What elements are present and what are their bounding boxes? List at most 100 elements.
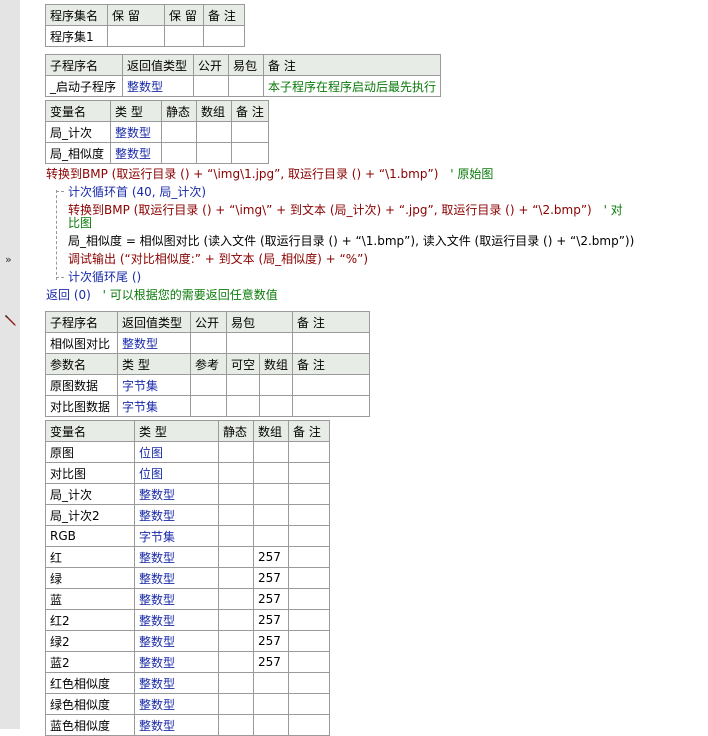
table-cell[interactable] bbox=[253, 714, 289, 736]
var-name-cell[interactable]: 蓝色相似度 bbox=[45, 714, 135, 736]
code-loop-head[interactable]: 计次循环首 (40, 局_计次) bbox=[68, 184, 206, 200]
table-cell[interactable] bbox=[288, 483, 330, 505]
table-cell[interactable] bbox=[288, 609, 330, 631]
table-cell[interactable] bbox=[288, 672, 330, 694]
table-cell[interactable] bbox=[253, 441, 289, 463]
assembly-name-cell[interactable]: 程序集1 bbox=[45, 25, 108, 47]
table-cell[interactable]: 257 bbox=[253, 630, 289, 652]
code-line-similarity[interactable]: 局_相似度 = 相似图对比 (读入文件 (取运行目录 () + “\1.bmp”… bbox=[68, 233, 634, 249]
table-cell[interactable] bbox=[288, 588, 330, 610]
table-cell[interactable] bbox=[164, 25, 204, 47]
table-cell[interactable] bbox=[161, 142, 197, 164]
param-type-cell[interactable]: 字节集 bbox=[117, 374, 191, 396]
table-cell[interactable] bbox=[288, 462, 330, 484]
table-cell[interactable] bbox=[292, 374, 371, 396]
var-name-cell[interactable]: 绿2 bbox=[45, 630, 135, 652]
var-type-cell[interactable]: 位图 bbox=[134, 441, 219, 463]
sub-name-cell[interactable]: _启动子程序 bbox=[45, 75, 123, 97]
table-cell[interactable] bbox=[231, 121, 269, 143]
table-cell[interactable] bbox=[228, 75, 264, 97]
table-cell[interactable] bbox=[218, 630, 254, 652]
table-cell[interactable] bbox=[218, 693, 254, 715]
var-type-cell[interactable]: 整数型 bbox=[134, 483, 219, 505]
var-name-cell[interactable]: 原图 bbox=[45, 441, 135, 463]
table-cell[interactable] bbox=[288, 525, 330, 547]
table-cell[interactable] bbox=[196, 142, 232, 164]
var-type-cell[interactable]: 整数型 bbox=[134, 588, 219, 610]
var-type-cell[interactable]: 整数型 bbox=[134, 504, 219, 526]
return-type-cell[interactable]: 整数型 bbox=[122, 75, 194, 97]
table-cell[interactable] bbox=[288, 504, 330, 526]
table-cell[interactable] bbox=[288, 630, 330, 652]
table-cell[interactable] bbox=[225, 332, 294, 354]
table-cell[interactable] bbox=[218, 462, 254, 484]
table-cell[interactable] bbox=[190, 395, 227, 417]
var-type-cell[interactable]: 整数型 bbox=[134, 651, 219, 673]
table-cell[interactable] bbox=[259, 374, 294, 396]
var-type-cell[interactable]: 整数型 bbox=[134, 672, 219, 694]
sub-name-cell[interactable]: 相似图对比 bbox=[45, 332, 118, 354]
table-cell[interactable]: 257 bbox=[253, 546, 289, 568]
param-name-cell[interactable]: 原图数据 bbox=[45, 374, 118, 396]
table-cell[interactable] bbox=[225, 395, 261, 417]
table-cell[interactable] bbox=[190, 332, 227, 354]
var-type-cell[interactable]: 字节集 bbox=[134, 525, 219, 547]
code-loop-tail[interactable]: 计次循环尾 () bbox=[68, 269, 141, 285]
table-cell[interactable] bbox=[253, 483, 289, 505]
table-cell[interactable] bbox=[203, 25, 245, 47]
table-cell[interactable]: 257 bbox=[253, 651, 289, 673]
code-line-return[interactable]: 返回 (0) ' 可以根据您的需要返回任意数值 bbox=[46, 287, 278, 303]
table-cell[interactable] bbox=[253, 693, 289, 715]
table-cell[interactable] bbox=[107, 25, 165, 47]
table-cell[interactable] bbox=[253, 462, 289, 484]
var-name-cell[interactable]: 绿色相似度 bbox=[45, 693, 135, 715]
table-cell[interactable] bbox=[231, 142, 269, 164]
var-type-cell[interactable]: 整数型 bbox=[110, 142, 162, 164]
var-type-cell[interactable]: 整数型 bbox=[134, 693, 219, 715]
code-line-convert-bmp[interactable]: 转换到BMP (取运行目录 () + “\img\1.jpg”, 取运行目录 (… bbox=[46, 166, 493, 182]
table-cell[interactable] bbox=[218, 609, 254, 631]
table-cell[interactable] bbox=[218, 567, 254, 589]
var-name-cell[interactable]: 蓝2 bbox=[45, 651, 135, 673]
table-cell[interactable]: 257 bbox=[253, 588, 289, 610]
table-cell[interactable] bbox=[161, 121, 197, 143]
code-line-convert-bmp-loop[interactable]: 转换到BMP (取运行目录 () + “\img\” + 到文本 (局_计次) … bbox=[68, 202, 623, 218]
var-type-cell[interactable]: 整数型 bbox=[134, 630, 219, 652]
table-cell[interactable] bbox=[253, 525, 289, 547]
table-cell[interactable] bbox=[218, 714, 254, 736]
var-type-cell[interactable]: 整数型 bbox=[134, 609, 219, 631]
var-name-cell[interactable]: 绿 bbox=[45, 567, 135, 589]
table-cell[interactable] bbox=[218, 672, 254, 694]
table-cell[interactable] bbox=[218, 483, 254, 505]
table-cell[interactable] bbox=[196, 121, 232, 143]
table-cell[interactable]: 257 bbox=[253, 567, 289, 589]
remark-cell[interactable]: 本子程序在程序启动后最先执行 bbox=[262, 75, 442, 97]
table-cell[interactable] bbox=[218, 504, 254, 526]
table-cell[interactable] bbox=[193, 75, 229, 97]
var-type-cell[interactable]: 整数型 bbox=[134, 546, 219, 568]
table-cell[interactable] bbox=[190, 374, 227, 396]
table-cell[interactable] bbox=[288, 693, 330, 715]
table-cell[interactable] bbox=[288, 714, 330, 736]
var-name-cell[interactable]: 红色相似度 bbox=[45, 672, 135, 694]
var-name-cell[interactable]: 局_计次 bbox=[45, 483, 135, 505]
var-type-cell[interactable]: 整数型 bbox=[110, 121, 162, 143]
table-cell[interactable] bbox=[292, 395, 371, 417]
return-type-cell[interactable]: 整数型 bbox=[117, 332, 191, 354]
code-line-debug-output[interactable]: 调试输出 (“对比相似度:” + 到文本 (局_相似度) + “%”) bbox=[68, 251, 368, 267]
var-type-cell[interactable]: 整数型 bbox=[134, 567, 219, 589]
var-name-cell[interactable]: 局_相似度 bbox=[45, 142, 111, 164]
table-cell[interactable] bbox=[218, 651, 254, 673]
table-cell[interactable] bbox=[218, 546, 254, 568]
var-name-cell[interactable]: RGB bbox=[45, 525, 135, 547]
table-cell[interactable] bbox=[288, 441, 330, 463]
var-name-cell[interactable]: 对比图 bbox=[45, 462, 135, 484]
var-name-cell[interactable]: 红2 bbox=[45, 609, 135, 631]
var-name-cell[interactable]: 局_计次 bbox=[45, 121, 111, 143]
table-cell[interactable] bbox=[292, 332, 371, 354]
var-type-cell[interactable]: 整数型 bbox=[134, 714, 219, 736]
table-cell[interactable] bbox=[218, 588, 254, 610]
table-cell[interactable] bbox=[225, 374, 261, 396]
table-cell[interactable]: 257 bbox=[253, 609, 289, 631]
var-name-cell[interactable]: 蓝 bbox=[45, 588, 135, 610]
